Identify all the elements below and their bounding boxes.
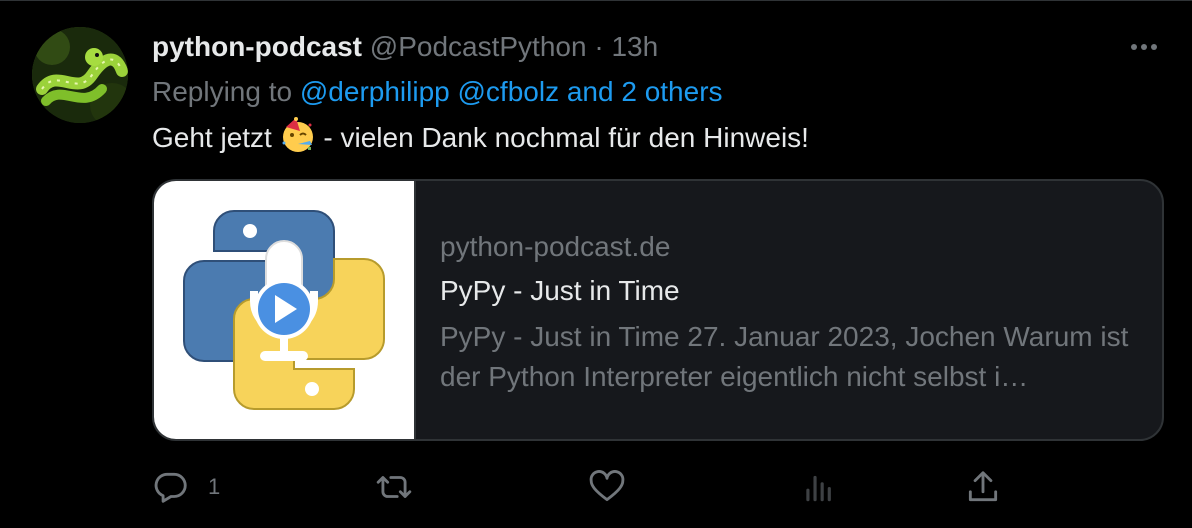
- card-title: PyPy - Just in Time: [440, 275, 680, 306]
- reply-mentions[interactable]: @derphilipp @cfbolz and 2 others: [300, 76, 723, 107]
- tweet-text-end: - vielen Dank nochmal für den Hinweis!: [323, 122, 809, 153]
- replying-to: Replying to @derphilipp @cfbolz and 2 ot…: [152, 73, 723, 111]
- timestamp[interactable]: 13h: [611, 31, 658, 62]
- card-description: PyPy - Just in Time 27. Januar 2023, Joc…: [440, 321, 1129, 392]
- tweet-header: python-podcast @PodcastPython · 13h: [152, 29, 658, 65]
- replying-to-label: Replying to: [152, 76, 293, 107]
- display-name[interactable]: python-podcast: [152, 31, 362, 62]
- reply-icon: [154, 472, 187, 503]
- python-podcast-logo-icon: [183, 210, 385, 410]
- more-horizontal-icon: [1131, 44, 1157, 50]
- like-icon: [589, 470, 625, 502]
- reply-button[interactable]: 1: [152, 465, 220, 509]
- link-preview-card[interactable]: python-podcast.de PyPy - Just in Time Py…: [152, 179, 1164, 441]
- views-icon: [806, 475, 831, 502]
- views-button[interactable]: [800, 465, 838, 509]
- more-button[interactable]: [1126, 33, 1162, 61]
- snake-avatar-icon: [32, 27, 128, 123]
- tweet-text-start: Geht jetzt: [152, 122, 272, 153]
- tweet[interactable]: python-podcast @PodcastPython · 13h Repl…: [0, 0, 1192, 528]
- tweet-actions: 1: [0, 465, 1192, 509]
- card-thumbnail: [154, 181, 416, 439]
- retweet-icon: [376, 476, 412, 498]
- card-domain: python-podcast.de: [440, 231, 671, 262]
- user-handle[interactable]: @PodcastPython: [370, 31, 587, 62]
- retweet-button[interactable]: [374, 465, 414, 509]
- share-icon: [968, 471, 998, 502]
- tweet-text: Geht jetzt - vielen Dank nochmal für den…: [152, 117, 809, 157]
- share-button[interactable]: [964, 465, 1002, 509]
- partying-face-emoji-icon: [282, 117, 313, 152]
- separator-dot: ·: [594, 31, 604, 62]
- avatar[interactable]: [32, 27, 128, 123]
- like-button[interactable]: [588, 465, 626, 509]
- reply-count: 1: [208, 474, 221, 499]
